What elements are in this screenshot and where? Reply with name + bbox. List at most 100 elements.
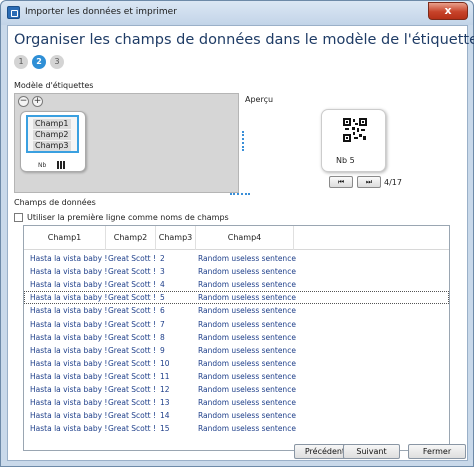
- checkbox-label[interactable]: Utiliser la première ligne comme noms de…: [27, 213, 229, 222]
- selected-fields-box[interactable]: Champ1 Champ2 Champ3: [26, 115, 79, 153]
- table-cell: Hasta la vista baby !: [30, 345, 108, 355]
- model-section-label: Modèle d'étiquettes: [14, 81, 94, 90]
- table-cell: Hasta la vista baby !: [30, 424, 108, 434]
- table-row[interactable]: Hasta la vista baby ! Great Scott ! 12 Rand…: [24, 383, 449, 396]
- table-cell: Random useless sentence: [198, 280, 296, 290]
- table-cell: Great Scott !: [108, 398, 157, 408]
- page-indicator: 4/17: [384, 178, 402, 187]
- next-page-button[interactable]: ⏭: [357, 176, 381, 188]
- label-model-panel: − + Champ1 Champ2 Champ3 Nb: [14, 93, 239, 193]
- preview-section-label: Aperçu: [245, 95, 274, 104]
- column-header-champ4[interactable]: Champ4: [196, 226, 294, 250]
- table-cell: 12: [160, 385, 170, 394]
- table-cell: Hasta la vista baby !: [30, 319, 108, 329]
- table-cell: Great Scott !: [108, 267, 157, 277]
- table-row[interactable]: Hasta la vista baby ! Great Scott ! 4 Rando…: [24, 278, 449, 291]
- zoom-out-icon[interactable]: −: [18, 96, 29, 107]
- table-row[interactable]: Hasta la vista baby ! Great Scott ! 13 Rand…: [24, 396, 449, 409]
- table-cell: 14: [160, 411, 170, 421]
- table-cell: Great Scott !: [108, 306, 157, 316]
- table-cell: Great Scott !: [108, 371, 157, 381]
- table-cell: Great Scott !: [108, 293, 157, 303]
- horizontal-splitter[interactable]: [230, 193, 250, 195]
- mini-qr-icon: [57, 161, 65, 169]
- table-cell: Hasta la vista baby !: [30, 411, 108, 421]
- table-cell: Random useless sentence: [198, 332, 296, 342]
- table-cell: Hasta la vista baby !: [30, 398, 108, 408]
- table-cell: 9: [160, 345, 165, 355]
- table-cell: Random useless sentence: [198, 254, 296, 263]
- table-cell: Hasta la vista baby !: [30, 267, 108, 277]
- table-row[interactable]: Hasta la vista baby ! Great Scott ! 5 Rando…: [24, 291, 449, 305]
- table-cell: Random useless sentence: [198, 345, 296, 355]
- table-cell: 13: [160, 398, 170, 408]
- table-cell: Random useless sentence: [198, 358, 296, 368]
- table-cell: Random useless sentence: [198, 398, 296, 408]
- table-row[interactable]: Hasta la vista baby ! Great Scott ! 7 Rando…: [24, 318, 449, 331]
- next-button[interactable]: Suivant: [343, 444, 400, 459]
- table-row[interactable]: Hasta la vista baby ! Great Scott ! 8 Rando…: [24, 331, 449, 344]
- table-cell: Random useless sentence: [198, 424, 296, 434]
- field-champ1[interactable]: Champ1: [33, 119, 71, 129]
- table-cell: 3: [160, 267, 165, 277]
- column-header-champ1[interactable]: Champ1: [24, 226, 106, 250]
- grid-header: Champ1 Champ2 Champ3 Champ4: [24, 226, 449, 250]
- table-cell: Random useless sentence: [198, 319, 296, 329]
- page-title: Organiser les champs de données dans le …: [14, 32, 474, 48]
- dialog-body: Organiser les champs de données dans le …: [7, 25, 474, 461]
- table-cell: Hasta la vista baby !: [30, 371, 108, 381]
- title-bar[interactable]: Importer les données et imprimer x: [1, 1, 473, 25]
- table-cell: Random useless sentence: [198, 293, 296, 303]
- app-icon: [7, 6, 20, 19]
- first-row-headers-checkbox[interactable]: [14, 213, 23, 222]
- vertical-splitter[interactable]: [242, 131, 244, 151]
- step-3[interactable]: 3: [50, 55, 64, 69]
- close-button[interactable]: Fermer: [408, 444, 466, 459]
- table-cell: Hasta la vista baby !: [30, 254, 108, 263]
- label-template[interactable]: Champ1 Champ2 Champ3 Nb: [20, 111, 86, 172]
- preview-text: Nb 5: [336, 156, 355, 165]
- qr-code-icon: [343, 118, 367, 142]
- table-cell: Random useless sentence: [198, 371, 296, 381]
- step-1[interactable]: 1: [14, 55, 28, 69]
- table-cell: Great Scott !: [108, 319, 157, 329]
- mini-text: Nb: [38, 162, 47, 169]
- table-row[interactable]: Hasta la vista baby ! Great Scott ! 11 Rand…: [24, 370, 449, 383]
- table-cell: Hasta la vista baby !: [30, 293, 108, 303]
- step-2-current[interactable]: 2: [32, 55, 46, 69]
- data-grid[interactable]: Champ1 Champ2 Champ3 Champ4 Hasta la vis…: [23, 225, 450, 451]
- table-cell: Great Scott !: [108, 411, 157, 421]
- table-cell: Great Scott !: [108, 280, 157, 290]
- table-row[interactable]: Hasta la vista baby ! Great Scott ! 9 Rando…: [24, 344, 449, 357]
- table-cell: Random useless sentence: [198, 267, 296, 277]
- zoom-in-icon[interactable]: +: [32, 96, 43, 107]
- table-cell: Great Scott !: [108, 254, 157, 263]
- table-row[interactable]: Hasta la vista baby ! Great Scott ! 10 Rand…: [24, 357, 449, 370]
- column-header-champ2[interactable]: Champ2: [106, 226, 156, 250]
- table-row[interactable]: Hasta la vista baby ! Great Scott ! 14 Rand…: [24, 409, 449, 422]
- table-cell: 11: [160, 371, 170, 381]
- table-cell: Great Scott !: [108, 424, 157, 434]
- label-preview: Nb 5: [321, 109, 386, 172]
- table-cell: Great Scott !: [108, 332, 157, 342]
- column-header-champ3[interactable]: Champ3: [156, 226, 196, 250]
- field-champ3[interactable]: Champ3: [33, 141, 71, 151]
- table-row[interactable]: Hasta la vista baby ! Great Scott ! 2 Rando…: [24, 252, 449, 265]
- table-cell: Hasta la vista baby !: [30, 306, 108, 316]
- table-cell: 2: [160, 254, 165, 263]
- table-cell: Great Scott !: [108, 358, 157, 368]
- table-row[interactable]: Hasta la vista baby ! Great Scott ! 3 Rando…: [24, 265, 449, 278]
- first-page-button[interactable]: ⏮: [329, 176, 353, 188]
- close-window-button[interactable]: x: [428, 2, 468, 20]
- window-title: Importer les données et imprimer: [25, 7, 177, 17]
- field-champ2[interactable]: Champ2: [33, 130, 71, 140]
- table-cell: 10: [160, 358, 170, 368]
- table-cell: 15: [160, 424, 170, 434]
- table-row[interactable]: Hasta la vista baby ! Great Scott ! 6 Rando…: [24, 304, 449, 317]
- import-print-dialog: Importer les données et imprimer x Organ…: [0, 0, 474, 467]
- table-row[interactable]: Hasta la vista baby ! Great Scott ! 15 Rand…: [24, 422, 449, 435]
- table-cell: Hasta la vista baby !: [30, 358, 108, 368]
- table-cell: 4: [160, 280, 165, 290]
- table-cell: Great Scott !: [108, 385, 157, 394]
- table-cell: Random useless sentence: [198, 306, 296, 316]
